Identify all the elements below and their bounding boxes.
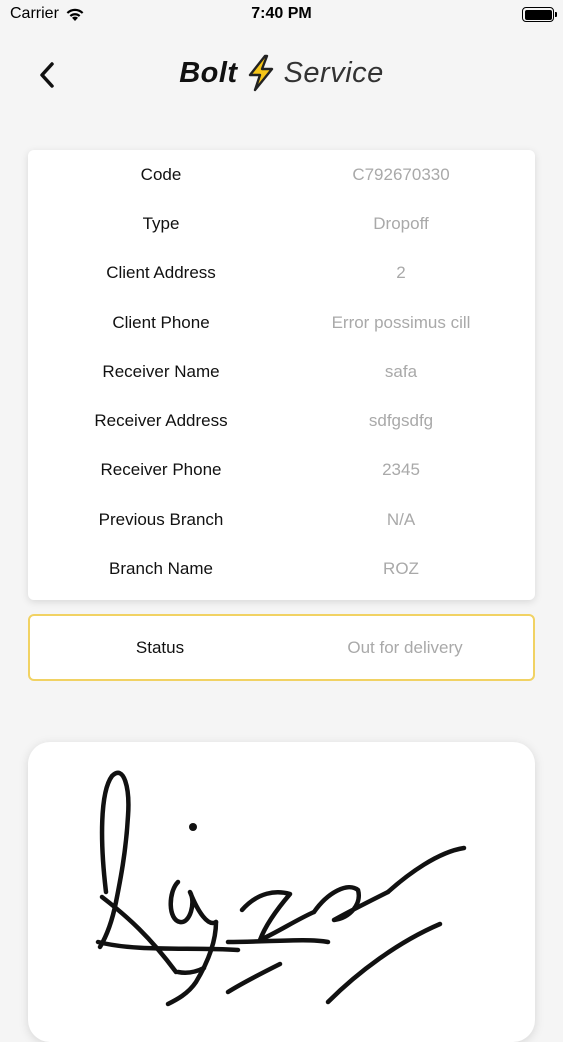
detail-value: Dropoff: [373, 213, 429, 233]
detail-value: N/A: [386, 509, 416, 529]
app-logo: Bolt Service: [0, 54, 563, 92]
status-bar: Carrier 7:40 PM: [0, 0, 563, 30]
shipment-details-card: Code C792670330 Type Dropoff Client Addr…: [28, 150, 535, 600]
lightning-icon: [248, 54, 273, 92]
detail-row-client-phone: Client Phone Error possimus cill: [28, 298, 535, 347]
detail-label: Receiver Phone: [100, 459, 222, 479]
detail-value: safa: [384, 361, 418, 381]
detail-label: Branch Name: [109, 558, 213, 578]
status-label: Status: [135, 637, 185, 657]
status-box: Status Out for delivery: [28, 614, 535, 681]
detail-row-previous-branch: Previous Branch N/A: [28, 495, 535, 544]
detail-label: Code: [140, 164, 182, 184]
detail-value: ROZ: [383, 558, 419, 578]
detail-value: Error possimus cill: [331, 312, 471, 332]
battery-icon: [522, 7, 557, 22]
detail-label: Receiver Name: [102, 361, 220, 381]
detail-row-branch-name: Branch Name ROZ: [28, 544, 535, 593]
detail-label: Receiver Address: [94, 410, 228, 430]
clock: 7:40 PM: [251, 5, 312, 22]
signature-image: [95, 770, 467, 1007]
app-header: Bolt Service: [0, 50, 563, 102]
status-value: Out for delivery: [347, 637, 463, 657]
detail-value: 2: [396, 262, 406, 282]
detail-label: Previous Branch: [98, 509, 224, 529]
detail-label: Type: [142, 213, 180, 233]
detail-value: 2345: [382, 459, 420, 479]
detail-label: Client Address: [106, 262, 216, 282]
signature-card: [28, 742, 535, 1042]
logo-bold-text: Bolt: [179, 56, 238, 89]
detail-label: Client Phone: [112, 312, 210, 332]
detail-row-client-address: Client Address 2: [28, 248, 535, 297]
detail-row-code: Code C792670330: [28, 150, 535, 199]
detail-row-receiver-address: Receiver Address sdfgsdfg: [28, 396, 535, 445]
detail-row-type: Type Dropoff: [28, 199, 535, 248]
detail-value: sdfgsdfg: [368, 410, 434, 430]
logo-light-text: Service: [283, 56, 384, 89]
detail-row-receiver-name: Receiver Name safa: [28, 347, 535, 396]
detail-value: C792670330: [352, 164, 450, 184]
detail-row-receiver-phone: Receiver Phone 2345: [28, 445, 535, 494]
